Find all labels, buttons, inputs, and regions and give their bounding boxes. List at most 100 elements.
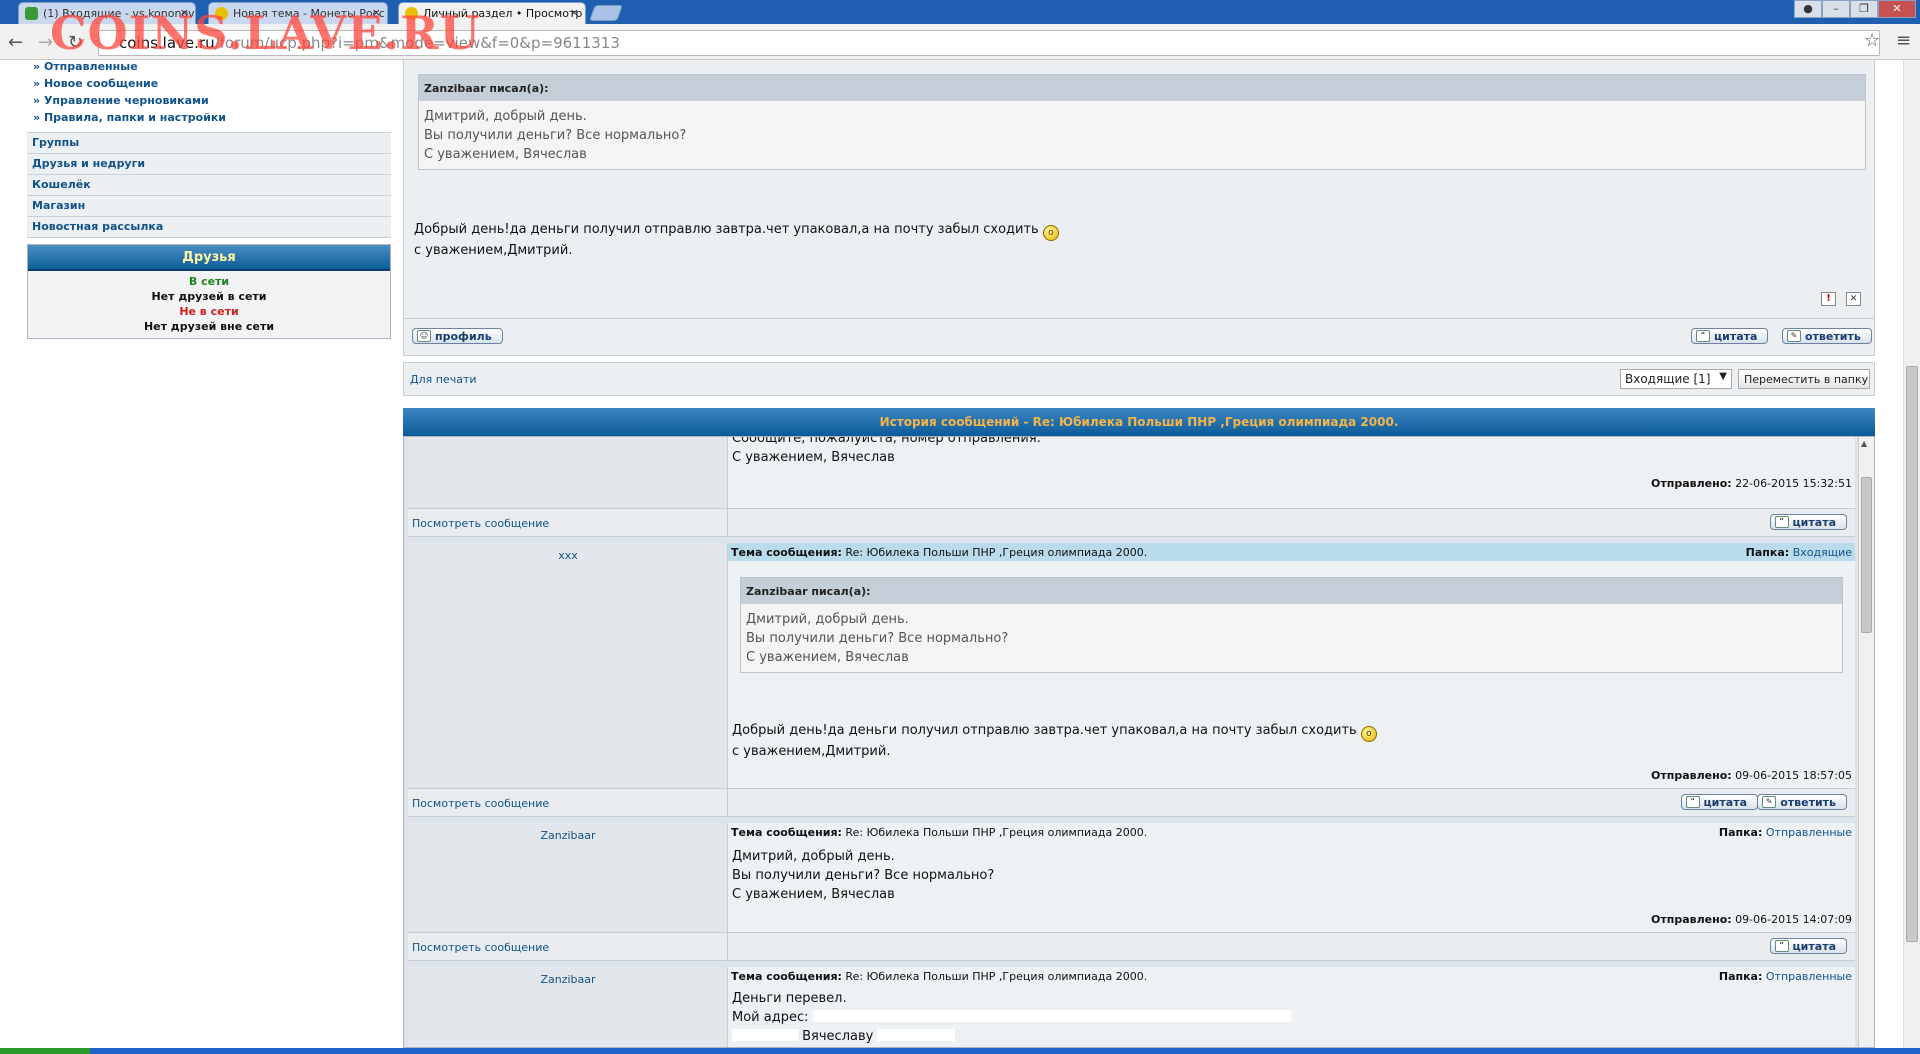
history-entry-footer: Посмотреть сообщение " цитата [408,509,1855,537]
minimize-icon[interactable]: – [1822,0,1850,18]
tab-close-icon[interactable]: × [180,6,189,19]
history-line: Сообщите, пожалуйста, номер отправления. [732,436,1041,446]
redacted-block [812,1010,1291,1022]
delete-icon[interactable]: ✕ [1846,292,1861,306]
window-close-icon[interactable]: ✕ [1878,0,1916,18]
page-scrollbar-thumb[interactable] [1906,366,1918,942]
message-toolbar: Для печати Входящие [1] ▼ Переместить в п… [403,362,1875,396]
redacted-block [732,1029,798,1041]
surprised-smiley-icon: o [1042,225,1059,241]
sidebar-item-groups[interactable]: Группы [27,133,391,154]
forward-icon[interactable]: → [38,32,53,53]
sidebar-link-drafts[interactable]: » Управление черновиками [27,94,391,111]
friends-offline-label: Не в сети [179,305,239,318]
browser-tab-inbox[interactable]: (1) Входящие - vs.kononov × [18,2,196,24]
history-line: Дмитрий, добрый день. [732,849,895,864]
url-input[interactable]: coins.lave.ru/forum/ucp.php?i=pm&mode=vi… [98,30,1880,56]
menu-icon[interactable]: ≡ [1896,30,1911,51]
print-link[interactable]: Для печати [410,373,477,386]
smiley-favicon-icon [215,7,228,20]
reply-button[interactable]: ✎ ответить [1757,794,1847,810]
profile-button[interactable]: ☺ профиль [412,328,503,344]
scroll-up-icon[interactable]: ▲ [1861,439,1867,448]
history-entry: Zanzibaar Тема сообщения: Re: Юбилека По… [408,967,1855,1047]
quote-line: С уважением, Вячеслав [424,147,587,162]
sidebar-item-wallet[interactable]: Кошелёк [27,175,391,196]
folder-select[interactable]: Входящие [1] ▼ [1620,369,1732,389]
chevron-down-icon: ▼ [1719,371,1727,382]
message-panel: Zanzibaar писал(а): Дмитрий, добрый день… [403,60,1875,356]
sidebar-item-newsletter[interactable]: Новостная рассылка [27,217,391,238]
history-line: Вячеславу [802,1029,874,1044]
quote-line: Дмитрий, добрый день. [746,612,909,627]
author-name[interactable]: Zanzibaar [408,829,728,842]
sidebar-item-shop[interactable]: Магазин [27,196,391,217]
author-name[interactable]: Zanzibaar [408,973,728,986]
quote-line: С уважением, Вячеслав [746,650,909,665]
folder-link[interactable]: Отправленные [1766,826,1852,839]
move-to-folder-button[interactable]: Переместить в папку [1738,369,1870,389]
sidebar-link-sent[interactable]: » Отправленные [27,60,391,77]
history-line: с уважением,Дмитрий. [732,744,891,759]
browser-tab-new-topic[interactable]: Новая тема - Монеты Росс × [208,2,388,24]
history-title: История сообщений - Re: Юбилека Польши П… [403,408,1875,436]
sidebar-item-friends-foes[interactable]: Друзья и недруги [27,154,391,175]
folder-link[interactable]: Входящие [1793,546,1852,559]
tab-close-icon[interactable]: × [570,6,579,19]
sent-date: Отправлено: 09-06-2015 18:57:05 [1651,769,1852,782]
reply-icon: ✎ [1787,330,1801,342]
quote-button[interactable]: " цитата [1680,794,1758,810]
history-line: С уважением, Вячеслав [732,887,895,902]
sent-date: Отправлено: 22-06-2015 15:32:51 [1651,477,1852,490]
history-entry: xxx Тема сообщения: Re: Юбилека Польши П… [408,543,1855,789]
quote-icon: " [1696,330,1710,342]
quote-button[interactable]: " цитата [1691,328,1769,344]
url-path: /forum/ucp.php?i=pm&mode=view&f=0&p=9611… [214,34,620,52]
quote-button[interactable]: " цитата [1769,938,1847,954]
back-icon[interactable]: ← [8,32,23,53]
quote-line: Дмитрий, добрый день. [424,109,587,124]
new-tab-button[interactable] [589,5,623,21]
history-line: Добрый день!да деньги получил отправлю з… [732,723,1357,738]
browser-tab-strip: (1) Входящие - vs.kononov × Новая тема -… [0,0,1920,24]
view-message-link[interactable]: Посмотреть сообщение [412,941,549,954]
sent-date: Отправлено: 09-06-2015 14:07:09 [1651,913,1852,926]
history-entry-footer: Посмотреть сообщение " цитата ✎ ответить [408,789,1855,817]
restore-icon[interactable]: ❐ [1850,0,1878,18]
view-message-link[interactable]: Посмотреть сообщение [412,797,549,810]
user-icon[interactable]: ● [1794,0,1822,18]
quote-button[interactable]: " цитата [1769,514,1847,530]
sidebar: » Отправленные » Новое сообщение » Управ… [27,60,391,339]
sidebar-link-new-message[interactable]: » Новое сообщение [27,77,391,94]
history-scrollbar[interactable]: ▲ ▼ [1858,437,1874,1047]
view-message-link[interactable]: Посмотреть сообщение [412,517,549,530]
tab-label: Новая тема - Монеты Росс [233,7,385,20]
smiley-favicon-icon [405,7,418,20]
tab-close-icon[interactable]: × [372,6,381,19]
address-bar-row: ← → ↻ coins.lave.ru/forum/ucp.php?i=pm&m… [0,24,1920,60]
history-line: Мой адрес: [732,1010,809,1025]
reload-icon[interactable]: ↻ [68,32,83,53]
folder-link[interactable]: Отправленные [1766,970,1852,983]
message-body-line: Добрый день!да деньги получил отправлю з… [414,222,1039,237]
sidebar-link-rules-folders[interactable]: » Правила, папки и настройки [27,111,391,128]
quote-line: Вы получили деньги? Все нормально? [746,631,1009,646]
friends-online-empty: Нет друзей в сети [151,290,267,303]
friends-title: Друзья [28,245,390,271]
quote-author: Zanzibaar писал(а): [419,75,1865,101]
history-line: С уважением, Вячеслав [732,450,895,465]
tab-label: (1) Входящие - vs.kononov [43,7,195,20]
browser-tab-private-section[interactable]: Личный раздел • Просмотр × [398,2,586,24]
report-icon[interactable]: ! [1821,292,1836,306]
author-name[interactable]: xxx [408,549,728,562]
subject-line: Тема сообщения: Re: Юбилека Польши ПНР ,… [731,970,1852,983]
redacted-block [877,1029,956,1041]
history-panel: История сообщений - Re: Юбилека Польши П… [403,408,1875,436]
reply-button[interactable]: ✎ ответить [1782,328,1872,344]
mail-favicon-icon [25,7,38,20]
start-button[interactable] [0,1048,90,1054]
bookmark-star-icon[interactable]: ☆ [1864,30,1880,51]
page-scrollbar[interactable] [1903,60,1920,1048]
history-scrollbar-thumb[interactable] [1861,477,1872,633]
profile-icon: ☺ [417,330,431,342]
